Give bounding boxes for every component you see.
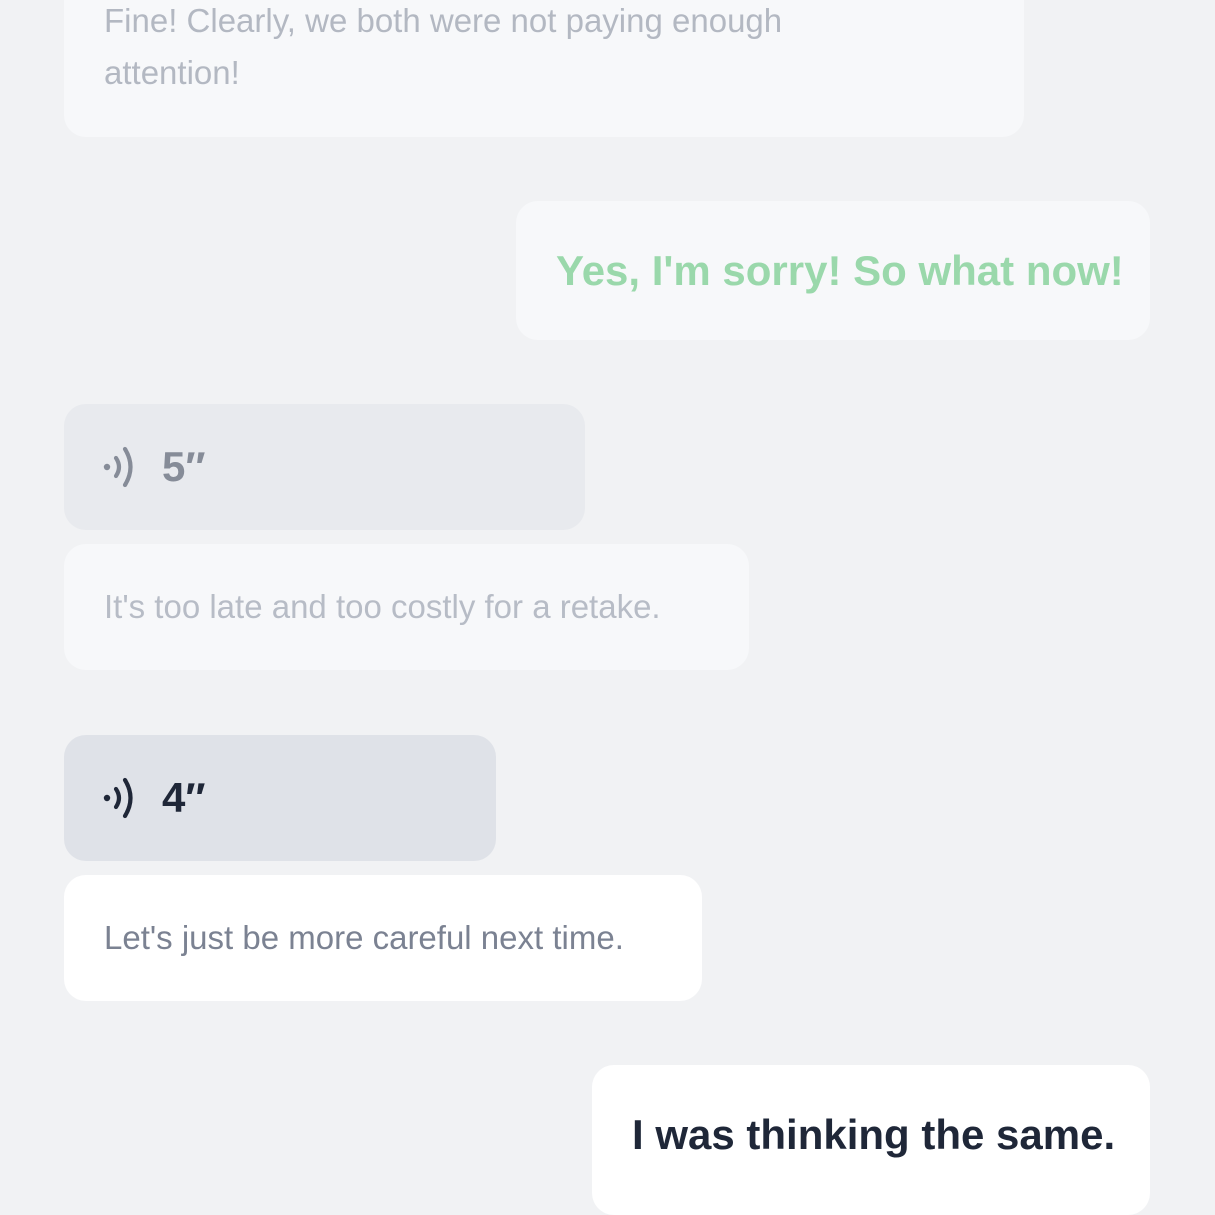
voice-message-bubble[interactable]: 5″ [64, 404, 585, 530]
message-text: Yes, I'm sorry! So what now! [556, 246, 1124, 294]
incoming-message-bubble: It's too late and too costly for a retak… [64, 544, 749, 670]
incoming-message-bubble: Let's just be more careful next time. [64, 875, 702, 1001]
message-text: Let's just be more careful next time. [104, 919, 624, 956]
message-text: Fine! Clearly, we both were not paying e… [104, 2, 783, 91]
voice-duration: 5″ [162, 443, 206, 490]
message-text: It's too late and too costly for a retak… [104, 588, 661, 625]
audio-wave-icon[interactable] [102, 774, 142, 822]
outgoing-message-bubble: Yes, I'm sorry! So what now! [516, 201, 1150, 340]
incoming-message-bubble: Fine! Clearly, we both were not paying e… [64, 0, 1024, 137]
voice-message-bubble[interactable]: 4″ [64, 735, 496, 861]
audio-wave-icon[interactable] [102, 443, 142, 491]
message-text: I was thinking the same. [632, 1111, 1116, 1158]
outgoing-message-bubble: I was thinking the same. [592, 1065, 1150, 1215]
chat-thread: Fine! Clearly, we both were not paying e… [0, 0, 1215, 1215]
voice-duration: 4″ [162, 774, 206, 821]
